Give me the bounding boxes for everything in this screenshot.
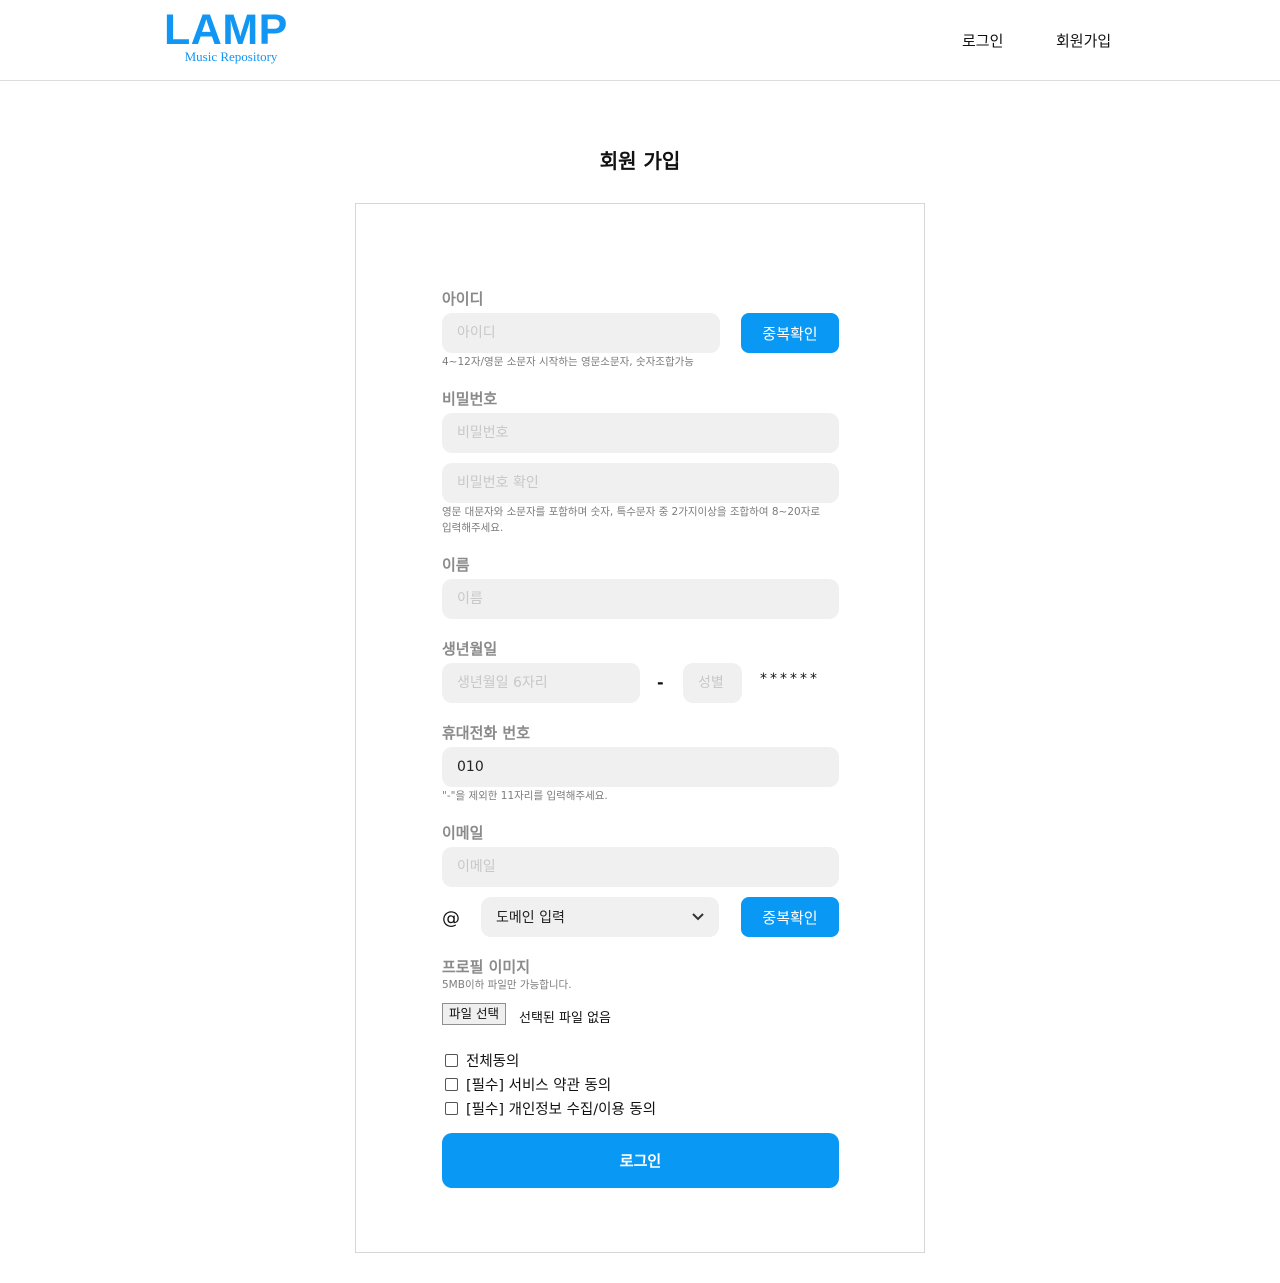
signup-form-card: 아이디 중복확인 4~12자/영문 소문자 시작하는 영문소문자, 숫자조합가능… (355, 203, 925, 1253)
phone-label: 휴대전화 번호 (442, 724, 531, 742)
password-hint-line1: 영문 대문자와 소문자를 포함하며 숫자, 특수문자 중 2가지이상을 조합하여… (442, 506, 821, 518)
phone-input[interactable] (442, 747, 839, 787)
profile-hint: 5MB이하 파일만 가능합니다. (442, 979, 572, 991)
logo-text: LAMP (164, 6, 288, 54)
agree-terms-label: [필수] 서비스 약관 동의 (466, 1078, 612, 1094)
submit-button[interactable]: 로그인 (442, 1133, 839, 1188)
chevron-down-icon (692, 910, 704, 924)
file-status: 선택된 파일 없음 (519, 1011, 611, 1026)
logo[interactable]: LAMP Music Repository (164, 6, 298, 64)
password-confirm-input[interactable] (442, 463, 839, 503)
nav-join-link[interactable]: 회원가입 (1056, 30, 1111, 51)
id-input[interactable] (442, 313, 720, 353)
phone-hint: "-"을 제외한 11자리를 입력해주세요. (442, 790, 608, 802)
profile-label: 프로필 이미지 (442, 958, 531, 976)
name-input[interactable] (442, 579, 839, 619)
page-title: 회원 가입 (599, 149, 681, 173)
site-header: LAMP Music Repository 로그인 회원가입 (0, 0, 1280, 81)
gender-digit-input[interactable] (683, 663, 742, 703)
email-label: 이메일 (442, 824, 484, 842)
email-duplicate-check-button[interactable]: 중복확인 (741, 897, 839, 937)
agree-privacy-label: [필수] 개인정보 수집/이용 동의 (466, 1102, 657, 1118)
email-domain-selected: 도메인 입력 (496, 910, 565, 926)
agree-all-checkbox[interactable] (445, 1054, 458, 1067)
id-label: 아이디 (442, 290, 484, 308)
email-input[interactable] (442, 847, 839, 887)
file-choose-button[interactable]: 파일 선택 (442, 1003, 506, 1025)
id-hint: 4~12자/영문 소문자 시작하는 영문소문자, 숫자조합가능 (442, 356, 694, 368)
name-label: 이름 (442, 556, 470, 574)
password-label: 비밀번호 (442, 390, 498, 408)
birth-label: 생년월일 (442, 640, 498, 658)
agree-all-row[interactable]: 전체동의 (445, 1050, 519, 1071)
nav-login-link[interactable]: 로그인 (962, 30, 1003, 51)
password-hint-line2: 입력해주세요. (442, 522, 504, 534)
at-sign: @ (442, 908, 460, 929)
email-domain-select[interactable]: 도메인 입력 (481, 897, 719, 937)
agree-terms-row[interactable]: [필수] 서비스 약관 동의 (445, 1074, 611, 1095)
agree-all-label: 전체동의 (466, 1054, 520, 1070)
birth-date-input[interactable] (442, 663, 640, 703)
masked-digits: ****** (760, 671, 820, 687)
agree-terms-checkbox[interactable] (445, 1078, 458, 1091)
agree-privacy-checkbox[interactable] (445, 1102, 458, 1115)
birth-dash: - (657, 673, 664, 692)
password-input[interactable] (442, 413, 839, 453)
agree-privacy-row[interactable]: [필수] 개인정보 수집/이용 동의 (445, 1098, 656, 1119)
id-duplicate-check-button[interactable]: 중복확인 (741, 313, 839, 353)
